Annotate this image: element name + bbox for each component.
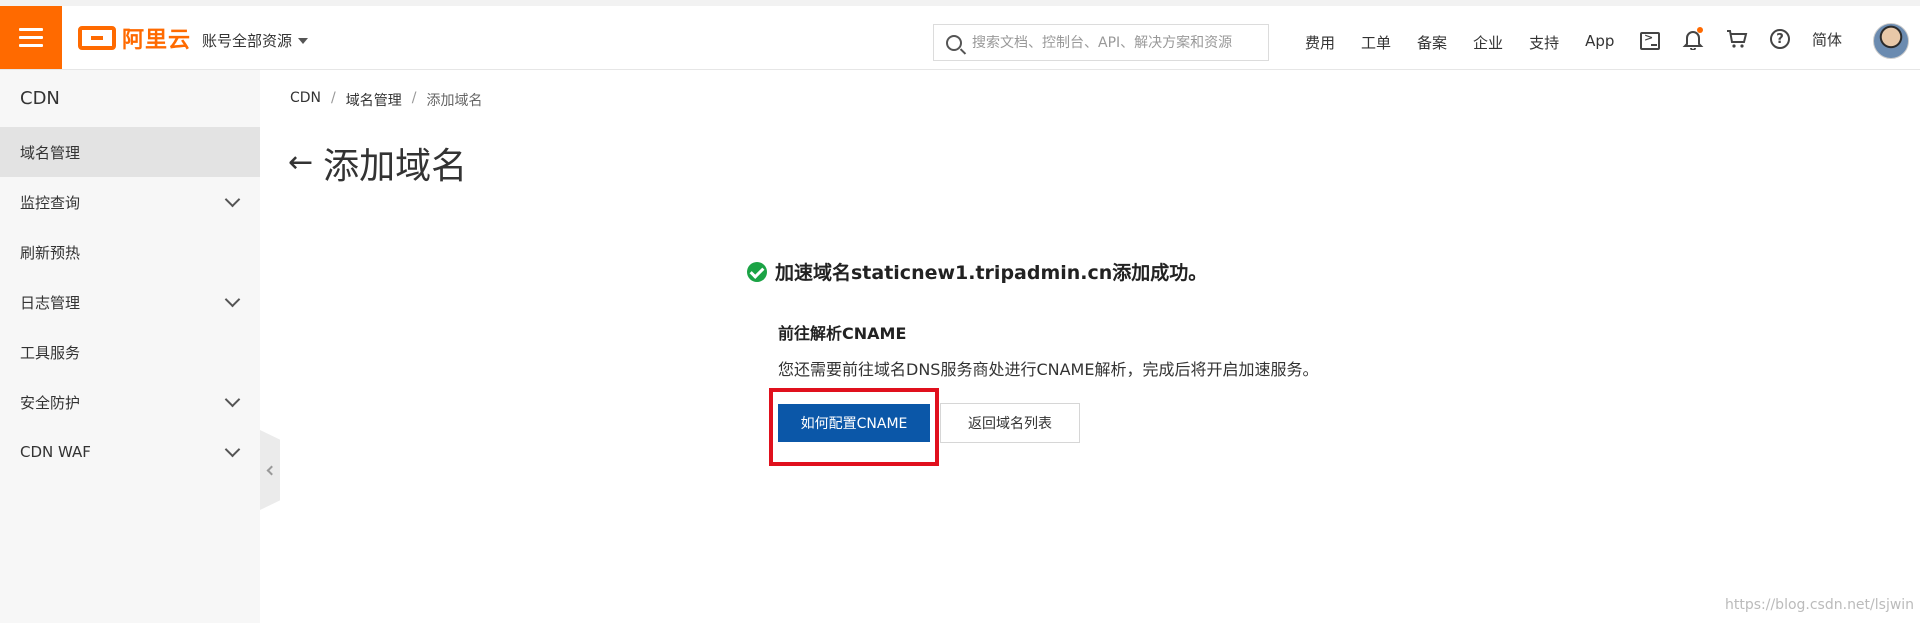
chevron-down-icon xyxy=(224,291,241,307)
sidebar-item-security[interactable]: 安全防护 xyxy=(0,377,260,427)
success-message: 加速域名staticnew1.tripadmin.cn添加成功。 xyxy=(747,258,1207,285)
search-input[interactable] xyxy=(972,34,1262,51)
resource-scope-label: 账号全部资源 xyxy=(202,32,293,50)
sidebar-item-label: 日志管理 xyxy=(20,293,81,312)
global-search[interactable] xyxy=(933,24,1269,61)
resource-scope-dropdown[interactable]: 账号全部资源 xyxy=(202,30,309,51)
menu-line xyxy=(19,28,43,31)
sidebar-item-label: 刷新预热 xyxy=(20,243,81,262)
breadcrumb-item-current: 添加域名 xyxy=(426,93,483,109)
nav-link-enterprise[interactable]: 企业 xyxy=(1473,32,1503,53)
user-avatar[interactable] xyxy=(1873,23,1909,59)
language-switch[interactable]: 简体 xyxy=(1812,29,1842,50)
sidebar-item-label: 工具服务 xyxy=(20,343,81,362)
aliyun-logo[interactable]: 阿里云 xyxy=(78,24,192,53)
check-circle-icon xyxy=(747,261,767,282)
sidebar: CDN 域名管理 监控查询 刷新预热 日志管理 工具服务 安全防护 CDN WA… xyxy=(0,70,260,623)
nav-link-tickets[interactable]: 工单 xyxy=(1361,32,1391,53)
bell-icon[interactable] xyxy=(1682,27,1704,51)
sidebar-item-domain-management[interactable]: 域名管理 xyxy=(0,127,260,177)
cname-guide-title: 前往解析CNAME xyxy=(778,324,907,343)
watermark-text: https://blog.csdn.net/lsjwin xyxy=(1725,597,1915,613)
caret-down-icon xyxy=(298,37,309,44)
breadcrumb-separator: / xyxy=(411,90,417,106)
breadcrumb: CDN / 域名管理 / 添加域名 xyxy=(290,90,482,110)
logo-text: 阿里云 xyxy=(122,28,192,53)
nav-link-support[interactable]: 支持 xyxy=(1529,32,1559,53)
chevron-down-icon xyxy=(224,391,241,407)
sidebar-item-refresh-prefetch[interactable]: 刷新预热 xyxy=(0,227,260,277)
nav-link-fees[interactable]: 费用 xyxy=(1305,32,1335,53)
sidebar-item-tools[interactable]: 工具服务 xyxy=(0,327,260,377)
breadcrumb-item-cdn[interactable]: CDN xyxy=(290,90,321,110)
back-to-domain-list-button[interactable]: 返回域名列表 xyxy=(940,403,1080,443)
logo-mark-icon xyxy=(78,26,116,50)
sidebar-item-label: 安全防护 xyxy=(20,393,81,412)
sidebar-item-label: CDN WAF xyxy=(20,443,91,461)
top-nav-icons: ? 简体 xyxy=(1640,27,1872,51)
menu-line xyxy=(19,44,43,47)
search-icon xyxy=(946,34,962,51)
sidebar-title: CDN xyxy=(20,88,60,109)
breadcrumb-item-domain-management[interactable]: 域名管理 xyxy=(346,90,402,110)
how-to-configure-cname-button[interactable]: 如何配置CNAME xyxy=(778,404,930,442)
breadcrumb-separator: / xyxy=(331,90,336,106)
success-message-text: 加速域名staticnew1.tripadmin.cn添加成功。 xyxy=(775,262,1208,284)
chevron-left-icon xyxy=(266,465,277,475)
sidebar-collapse-handle[interactable] xyxy=(260,430,280,510)
top-bar: 阿里云 账号全部资源 费用 工单 备案 企业 支持 App ? 简体 xyxy=(0,0,1920,70)
help-icon[interactable]: ? xyxy=(1770,29,1790,49)
sidebar-item-cdn-waf[interactable]: CDN WAF xyxy=(0,427,260,477)
nav-link-app[interactable]: App xyxy=(1585,32,1614,53)
back-arrow-icon[interactable]: ← xyxy=(288,148,313,178)
sidebar-item-monitoring[interactable]: 监控查询 xyxy=(0,177,260,227)
terminal-icon[interactable] xyxy=(1640,31,1660,50)
menu-line xyxy=(19,36,43,39)
page-title-text: 添加域名 xyxy=(323,146,468,187)
chevron-down-icon xyxy=(224,441,241,457)
top-nav-links: 费用 工单 备案 企业 支持 App xyxy=(1305,32,1640,53)
cname-guide-description: 您还需要前往域名DNS服务商处进行CNAME解析，完成后将开启加速服务。 xyxy=(778,360,1319,379)
sidebar-item-label: 监控查询 xyxy=(20,193,81,212)
cart-icon[interactable] xyxy=(1726,28,1748,50)
nav-link-icp[interactable]: 备案 xyxy=(1417,32,1447,53)
chevron-down-icon xyxy=(224,191,241,207)
sidebar-item-logs[interactable]: 日志管理 xyxy=(0,277,260,327)
notification-dot xyxy=(1697,27,1703,33)
sidebar-item-label: 域名管理 xyxy=(20,143,81,162)
hamburger-menu-button[interactable] xyxy=(0,6,62,69)
page-title: ← 添加域名 xyxy=(288,137,467,189)
